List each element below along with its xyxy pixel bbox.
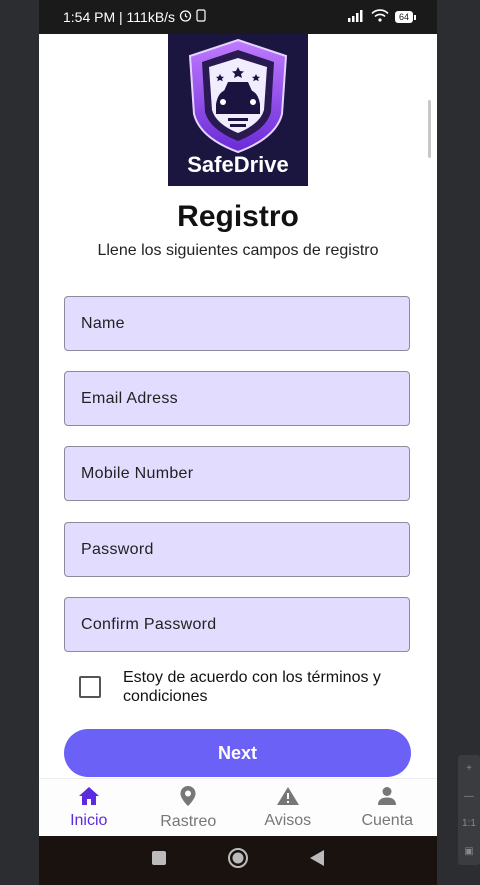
mobile-number-field[interactable]: Mobile Number: [64, 446, 410, 501]
screenshot-icon[interactable]: ▣: [464, 846, 473, 857]
nav-item-rastreo[interactable]: Rastreo: [139, 779, 239, 837]
confirm-password-field[interactable]: Confirm Password: [64, 597, 410, 652]
nav-label-rastreo: Rastreo: [160, 813, 217, 830]
safedrive-logo: SafeDrive: [168, 34, 308, 186]
recents-icon[interactable]: [151, 850, 167, 871]
email-field[interactable]: Email Adress: [64, 371, 410, 426]
home-button-icon[interactable]: [227, 847, 249, 874]
back-icon[interactable]: [309, 849, 325, 872]
battery-icon: 64: [394, 11, 417, 23]
zoom-out-icon[interactable]: —: [464, 791, 474, 802]
bottom-navigation: Inicio Rastreo Avisos Cuenta: [39, 778, 437, 837]
page-subtitle: Llene los siguientes campos de registro: [97, 242, 379, 259]
scrollbar[interactable]: [428, 100, 431, 158]
ratio-label[interactable]: 1:1: [462, 818, 476, 829]
location-pin-icon: [179, 785, 197, 813]
emulator-side-toolbar: + — 1:1 ▣: [458, 755, 480, 865]
home-icon: [78, 786, 100, 812]
alarm-icon: [179, 9, 192, 25]
status-time: 1:54 PM | 111kB/s: [63, 9, 176, 25]
name-field[interactable]: Name: [64, 296, 410, 351]
terms-checkbox[interactable]: [79, 676, 101, 698]
signal-icon: [347, 9, 365, 25]
page-title: Registro: [177, 200, 299, 233]
terms-row: Estoy de acuerdo con los términos y cond…: [79, 668, 409, 706]
nav-label-inicio: Inicio: [70, 812, 108, 829]
notification-icon: [196, 9, 206, 25]
password-field[interactable]: Password: [64, 522, 410, 577]
nav-label-avisos: Avisos: [264, 812, 312, 829]
nav-item-avisos[interactable]: Avisos: [238, 779, 338, 837]
phone-screen: 1:54 PM | 111kB/s 64 SafeDrive Registro …: [39, 0, 437, 885]
nav-label-cuenta: Cuenta: [361, 812, 414, 829]
warning-icon: [276, 786, 300, 812]
system-navigation-bar: [39, 836, 437, 885]
nav-item-cuenta[interactable]: Cuenta: [338, 779, 438, 837]
person-icon: [377, 786, 397, 812]
next-button[interactable]: Next: [64, 729, 411, 777]
zoom-in-icon[interactable]: +: [466, 763, 472, 774]
logo-text: SafeDrive: [187, 152, 289, 177]
wifi-icon: [371, 9, 389, 25]
nav-item-inicio[interactable]: Inicio: [39, 779, 139, 837]
terms-label: Estoy de acuerdo con los términos y cond…: [123, 669, 381, 705]
status-bar: 1:54 PM | 111kB/s 64: [39, 0, 437, 34]
